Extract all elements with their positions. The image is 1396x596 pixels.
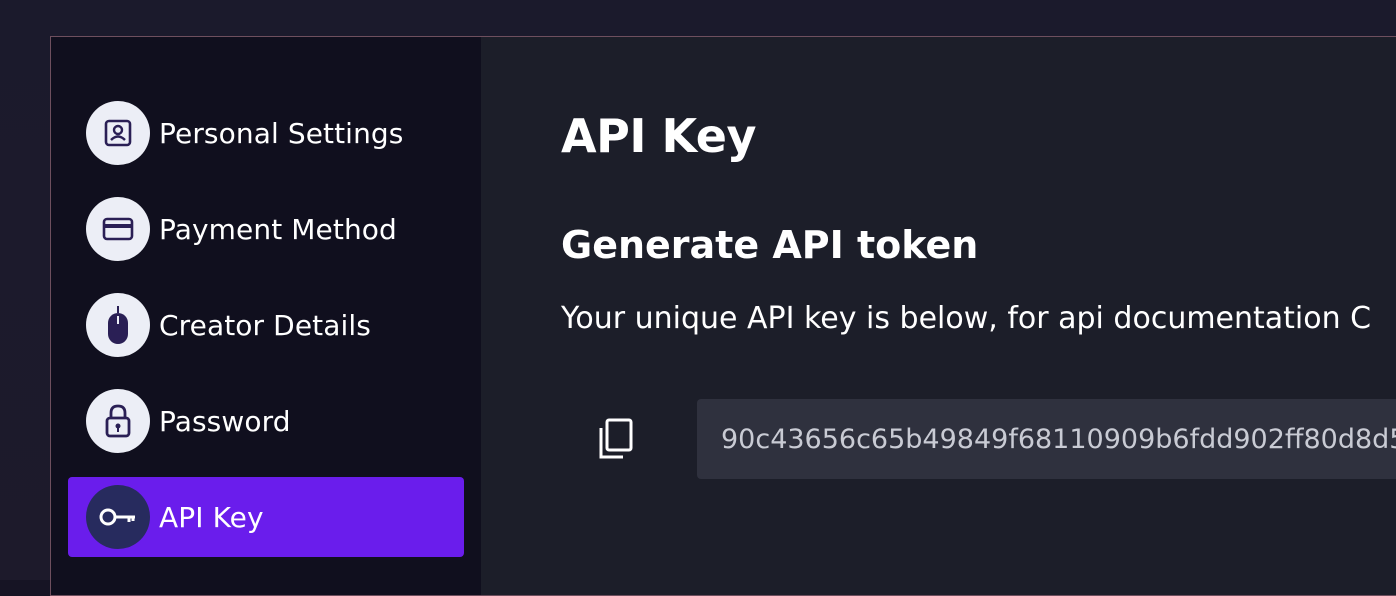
api-key-section: API Key Generate API token Your unique A… xyxy=(481,37,1396,595)
section-subtitle: Generate API token xyxy=(561,223,979,267)
settings-sidebar: Personal Settings Payment Method Creator… xyxy=(51,37,481,595)
sidebar-item-api-key[interactable]: API Key xyxy=(68,477,464,557)
page-title: API Key xyxy=(561,109,756,163)
api-key-field[interactable]: 90c43656c65b49849f68110909b6fdd902ff80d8… xyxy=(697,399,1396,479)
key-icon xyxy=(86,485,150,549)
sidebar-item-creator-details[interactable]: Creator Details xyxy=(68,285,464,365)
section-description: Your unique API key is below, for api do… xyxy=(561,301,1372,336)
lock-icon xyxy=(86,389,150,453)
copy-button[interactable] xyxy=(591,417,639,465)
settings-panel: Personal Settings Payment Method Creator… xyxy=(50,36,1396,596)
sidebar-item-label: Personal Settings xyxy=(159,116,404,150)
mouse-icon xyxy=(86,293,150,357)
sidebar-item-label: API Key xyxy=(159,500,264,534)
sidebar-item-label: Creator Details xyxy=(159,308,371,342)
sidebar-item-personal-settings[interactable]: Personal Settings xyxy=(68,93,464,173)
sidebar-item-password[interactable]: Password xyxy=(68,381,464,461)
sidebar-item-label: Password xyxy=(159,404,291,438)
sidebar-item-label: Payment Method xyxy=(159,212,397,246)
api-key-value: 90c43656c65b49849f68110909b6fdd902ff80d8… xyxy=(721,423,1396,455)
credit-card-icon xyxy=(86,197,150,261)
copy-icon xyxy=(595,417,635,465)
id-card-icon xyxy=(86,101,150,165)
sidebar-item-payment-method[interactable]: Payment Method xyxy=(68,189,464,269)
